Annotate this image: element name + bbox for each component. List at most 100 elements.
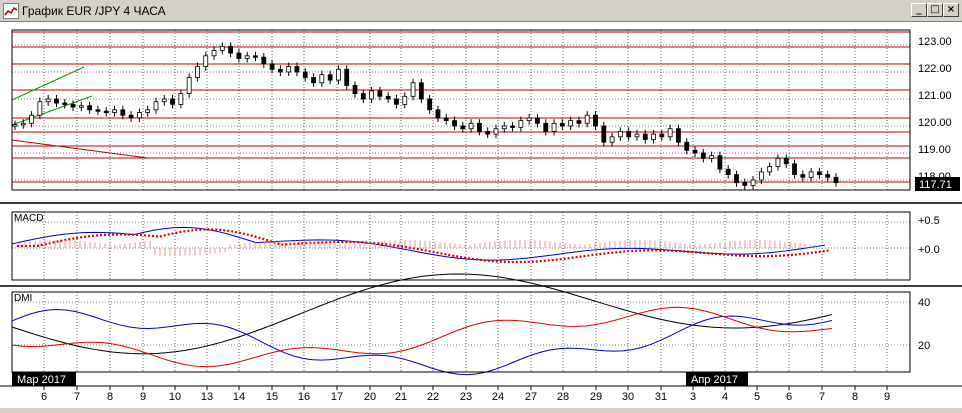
price-tick-label: 119.00 (918, 144, 951, 156)
time-tick-label: 17 (331, 391, 343, 403)
candle-body (103, 110, 109, 114)
candle-body (725, 168, 731, 175)
candle-body (584, 114, 590, 124)
dmi-title: DMI (14, 293, 32, 304)
candle-body (54, 98, 59, 104)
candle-body (327, 74, 333, 81)
chart-canvas: 123.00 122.00 121.00 120.00 119.00 118.0… (0, 29, 962, 403)
candle-body (792, 163, 797, 176)
candle-body (477, 122, 482, 132)
candle-body (684, 141, 690, 151)
candle-body (236, 52, 242, 59)
candle-body (244, 55, 250, 59)
month-label: Апр 2017 (691, 374, 738, 386)
dmi-tick-label: 20 (918, 340, 930, 352)
candle-body (178, 93, 184, 105)
candle-body (775, 157, 781, 167)
candle-body (518, 120, 524, 128)
time-tick-label: 6 (41, 391, 47, 403)
candle-body (642, 133, 648, 140)
grid-layer (12, 30, 910, 372)
macd-tick-label: +0.5 (918, 215, 940, 227)
close-button[interactable]: × (943, 3, 959, 17)
candle-body (62, 102, 68, 105)
time-tick-label: 20 (364, 391, 376, 403)
macd-signal-line (17, 228, 831, 264)
time-tick-label: 28 (557, 391, 569, 403)
candle-body (112, 109, 117, 113)
time-tick-label: 7 (74, 391, 80, 403)
candle-body (593, 114, 598, 127)
candle-body (203, 55, 209, 67)
candle-body (87, 105, 93, 111)
candle-body (186, 77, 192, 95)
time-tick-label: 16 (298, 391, 310, 403)
candle-body (136, 112, 142, 119)
time-tick-label: 8 (852, 391, 858, 403)
time-tick-label: 31 (655, 391, 667, 403)
candle-body (153, 101, 159, 111)
time-axis: 6 7 8 9 10 13 14 15 16 17 20 21 22 23 24 27 28 29 30 31 3 4 5 6… (0, 385, 962, 403)
candle-body (626, 131, 632, 138)
candle-body (219, 45, 225, 51)
dmi-plus-line (11, 309, 833, 376)
candle-body (485, 131, 491, 135)
candle-body (717, 155, 723, 170)
candle-body (418, 82, 424, 100)
time-tick-label: 6 (786, 391, 792, 403)
candle-body (800, 174, 806, 178)
candle-body (170, 98, 175, 105)
candle-body (402, 95, 408, 105)
panel-frames (0, 29, 962, 373)
minimize-button[interactable]: _ (911, 3, 927, 17)
price-tick-label: 121.00 (918, 90, 952, 102)
candle-body (634, 133, 640, 138)
candle-body (145, 109, 151, 113)
candle-body (394, 98, 399, 105)
candle-body (269, 63, 275, 70)
candle-body (70, 104, 76, 108)
candle-body (20, 122, 26, 126)
dmi-panel (11, 273, 833, 376)
candle-body (261, 56, 267, 65)
time-tick-label: 21 (395, 391, 407, 403)
time-tick-label: 4 (722, 391, 728, 403)
candle-body (510, 125, 515, 128)
candle-body (526, 117, 532, 122)
candle-body (783, 157, 789, 165)
candle-body (667, 128, 673, 138)
candle-body (311, 77, 316, 84)
candle-body (559, 122, 565, 127)
candle-body (576, 120, 582, 124)
candle-body (211, 49, 217, 57)
candle-body (659, 133, 665, 138)
support-resistance-lines (12, 31, 910, 183)
macd-panel (11, 226, 831, 264)
time-tick-label: 3 (690, 391, 696, 403)
candle-body (302, 71, 308, 78)
candle-body (700, 152, 706, 159)
trend-channel-lower (11, 95, 93, 126)
candle-body (493, 128, 499, 135)
candle-body (535, 117, 540, 124)
candle-body (253, 55, 258, 58)
time-tick-label: 15 (266, 391, 278, 403)
window-titlebar: График EUR /JPY 4 ЧАСА _ □ × (0, 0, 962, 22)
candle-body (45, 98, 51, 103)
dmi-tick-label: 40 (918, 297, 930, 309)
candle-body (825, 174, 831, 178)
macd-line (11, 226, 826, 261)
candle-body (460, 125, 466, 130)
candle-body (734, 174, 739, 184)
candle-body (336, 68, 341, 81)
time-tick-label: 5 (754, 391, 760, 403)
candle-body (651, 133, 656, 140)
trend-line-red (11, 139, 149, 159)
candle-body (377, 90, 383, 97)
maximize-button[interactable]: □ (927, 3, 943, 17)
candle-body (758, 171, 764, 181)
candle-body (501, 125, 507, 130)
time-tick-label: 13 (201, 391, 213, 403)
candle-body (817, 171, 822, 175)
time-tick-label: 27 (525, 391, 537, 403)
